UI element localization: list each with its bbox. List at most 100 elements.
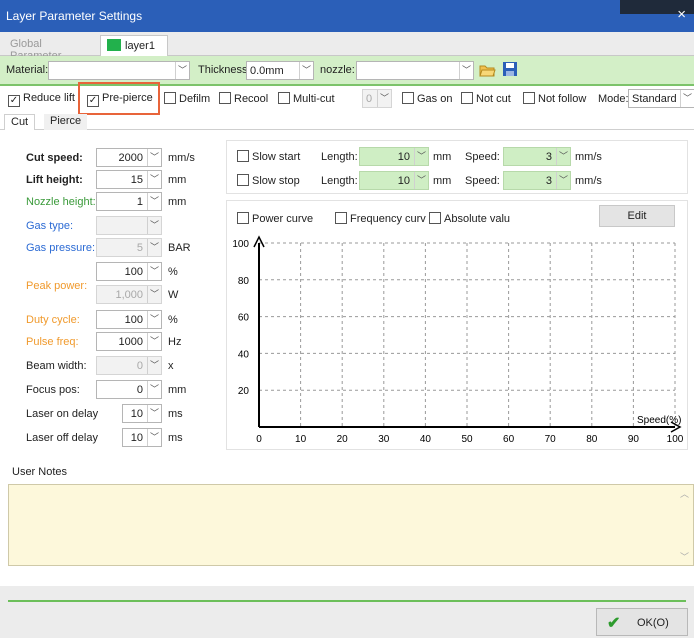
not-cut-checkbox[interactable]: Not cut <box>461 92 511 105</box>
x-tick-label: 90 <box>628 434 640 445</box>
absolute-value-checkbox[interactable]: Absolute valu <box>429 212 510 225</box>
close-icon[interactable]: × <box>677 6 686 23</box>
slow-start-speed-unit: mm/s <box>575 151 602 163</box>
thickness-select[interactable]: 0.0mm ﹀ <box>246 61 314 80</box>
tab-cut[interactable]: Cut <box>4 114 36 130</box>
chevron-down-icon: ﹀ <box>147 149 161 166</box>
nozzle-label: nozzle: <box>320 64 355 76</box>
peak-power-watts-select[interactable]: 1,000 ﹀ <box>96 285 162 304</box>
cut-speed-select[interactable]: 2000 ﹀ <box>96 148 162 167</box>
laser-on-delay-select[interactable]: 10 ﹀ <box>122 404 162 423</box>
x-tick-label: 20 <box>337 434 349 445</box>
slow-start-length-select[interactable]: 10 ﹀ <box>359 147 429 166</box>
param-subtabs: Cut Pierce <box>0 112 694 130</box>
thickness-label: Thickness: <box>198 64 251 76</box>
y-tick-label: 60 <box>238 313 250 324</box>
gas-on-label: Gas on <box>417 93 453 105</box>
slow-start-speed-select[interactable]: 3 ﹀ <box>503 147 571 166</box>
beam-width-select[interactable]: 0 ﹀ <box>96 356 162 375</box>
param-label: Gas type: <box>26 220 74 232</box>
multi-cut-count-value: 0 <box>366 93 373 105</box>
edit-button[interactable]: Edit <box>599 205 675 227</box>
user-notes-textarea[interactable]: ︿ ﹀ <box>8 484 694 566</box>
param-value: 2000 <box>118 152 143 164</box>
param-unit: mm <box>168 384 187 396</box>
focus-pos-select[interactable]: 0 ﹀ <box>96 380 162 399</box>
layer-tabbar: Global Parameter layer1 <box>0 32 694 62</box>
slow-stop-speed-label: Speed: <box>465 175 500 187</box>
chevron-down-icon: ﹀ <box>377 90 391 107</box>
param-label: Laser off delay <box>26 432 98 444</box>
check-icon: ✓ <box>8 95 20 107</box>
chevron-down-icon: ﹀ <box>147 239 161 256</box>
peak-power-percent-select[interactable]: 100 ﹀ <box>96 262 162 281</box>
chevron-down-icon[interactable]: ﹀ <box>680 550 689 563</box>
power-curve-checkbox[interactable]: Power curve <box>237 212 313 225</box>
recool-checkbox[interactable]: Recool <box>219 92 268 105</box>
power-speed-chart: 0 10 20 30 40 50 60 70 80 90 100 20 40 60 80 100 Speed(… <box>232 235 684 445</box>
slow-stop-label: Slow stop <box>252 175 300 187</box>
chevron-down-icon: ﹀ <box>147 429 161 446</box>
slow-stop-checkbox[interactable]: Slow stop <box>237 174 300 187</box>
x-tick-label: 50 <box>461 434 473 445</box>
footer-divider <box>8 600 686 602</box>
multi-cut-checkbox[interactable]: Multi-cut <box>278 92 335 105</box>
slow-stop-speed-value: 3 <box>545 175 552 187</box>
tab-global-parameter[interactable]: Global Parameter <box>4 35 96 62</box>
save-icon[interactable] <box>502 61 518 77</box>
frequency-curve-checkbox[interactable]: Frequency curv <box>335 212 426 225</box>
param-value: 100 <box>124 314 143 326</box>
slow-stop-speed-unit: mm/s <box>575 175 602 187</box>
param-unit: % <box>168 266 178 278</box>
laser-off-delay-select[interactable]: 10 ﹀ <box>122 428 162 447</box>
x-tick-label: 40 <box>420 434 432 445</box>
gas-pressure-select[interactable]: 5 ﹀ <box>96 238 162 257</box>
material-select[interactable]: ﹀ <box>48 61 190 80</box>
tab-layer1[interactable]: layer1 <box>100 35 168 56</box>
nozzle-height-select[interactable]: 1 ﹀ <box>96 192 162 211</box>
x-tick-label: 80 <box>586 434 598 445</box>
ok-button[interactable]: ✔ OK(O) <box>596 608 688 636</box>
pulse-freq-select[interactable]: 1000 ﹀ <box>96 332 162 351</box>
lift-height-select[interactable]: 15 ﹀ <box>96 170 162 189</box>
gas-on-checkbox[interactable]: Gas on <box>402 92 452 105</box>
nozzle-select[interactable]: ﹀ <box>356 61 474 80</box>
chevron-down-icon: ﹀ <box>147 193 161 210</box>
param-label: Nozzle height: <box>26 196 96 208</box>
y-tick-label: 80 <box>238 276 250 287</box>
param-unit: mm <box>168 196 187 208</box>
slow-start-speed-value: 3 <box>545 151 552 163</box>
param-label: Focus pos: <box>26 384 80 396</box>
notes-scrollbar[interactable]: ︿ ﹀ <box>679 487 691 563</box>
defilm-checkbox[interactable]: Defilm <box>164 92 210 105</box>
slow-start-label: Slow start <box>252 151 301 163</box>
param-label: Gas pressure: <box>26 242 96 254</box>
multi-cut-count-select[interactable]: 0 ﹀ <box>362 89 392 108</box>
slow-start-checkbox[interactable]: Slow start <box>237 150 300 163</box>
chevron-up-icon[interactable]: ︿ <box>680 487 689 500</box>
param-unit: mm/s <box>168 152 195 164</box>
tab-pierce[interactable]: Pierce <box>44 114 88 130</box>
not-follow-checkbox[interactable]: Not follow <box>523 92 586 105</box>
x-axis-label: Speed(%) <box>637 415 681 426</box>
folder-open-icon[interactable] <box>478 61 496 79</box>
chevron-down-icon: ﹀ <box>680 90 694 107</box>
chevron-down-icon: ﹀ <box>147 311 161 328</box>
chevron-down-icon: ﹀ <box>147 357 161 374</box>
param-value: 5 <box>136 242 143 254</box>
x-tick-label: 70 <box>545 434 557 445</box>
duty-cycle-select[interactable]: 100 ﹀ <box>96 310 162 329</box>
reduce-lift-checkbox[interactable]: ✓ Reduce lift <box>8 92 75 107</box>
slow-stop-speed-select[interactable]: 3 ﹀ <box>503 171 571 190</box>
chevron-down-icon: ﹀ <box>147 171 161 188</box>
slow-stop-length-select[interactable]: 10 ﹀ <box>359 171 429 190</box>
param-label: Lift height: <box>26 174 83 186</box>
param-value: 100 <box>124 266 143 278</box>
gas-type-select[interactable]: ﹀ <box>96 216 162 235</box>
slow-start-length-unit: mm <box>433 151 452 163</box>
mode-select[interactable]: Standard ﹀ <box>628 89 694 108</box>
param-label: Laser on delay <box>26 408 99 420</box>
slow-start-speed-label: Speed: <box>465 151 500 163</box>
param-unit: x <box>168 360 174 372</box>
user-notes-group: User Notes ︿ ﹀ <box>6 464 694 574</box>
